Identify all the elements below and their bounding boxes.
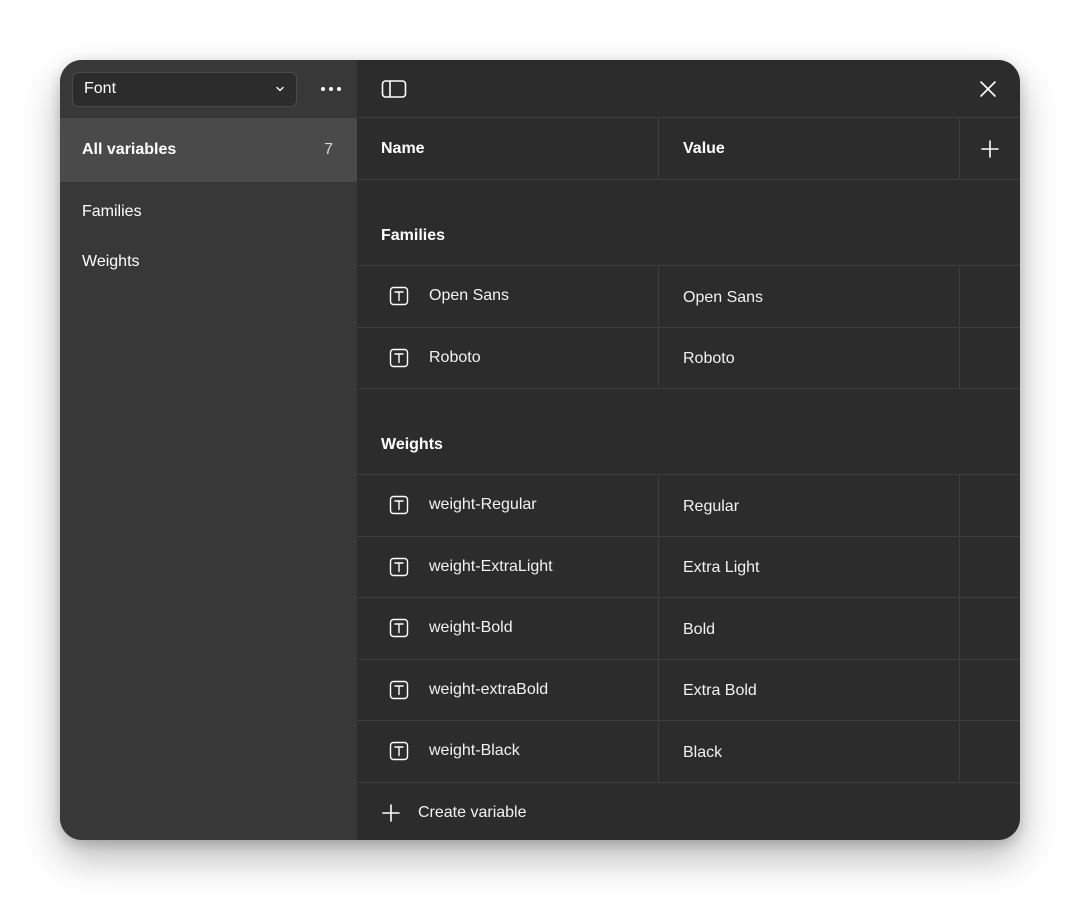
plus-icon bbox=[981, 139, 999, 158]
create-variable-button[interactable]: Create variable bbox=[358, 783, 1020, 841]
all-variables-label: All variables bbox=[82, 141, 177, 158]
table-row[interactable]: weight-Black Black bbox=[358, 721, 1020, 783]
main-panel: Name Value Families Open Sans Open Sans bbox=[358, 60, 1020, 840]
text-type-icon bbox=[389, 286, 409, 306]
variable-value: Roboto bbox=[683, 350, 735, 368]
main-toolbar bbox=[358, 60, 1020, 118]
column-header-value-label: Value bbox=[683, 139, 725, 157]
variable-value: Black bbox=[683, 743, 723, 761]
table-row[interactable]: weight-Regular Regular bbox=[358, 475, 1020, 537]
sidebar: Font All variables 7 Families Weights bbox=[60, 60, 358, 840]
collection-select-label: Font bbox=[84, 80, 117, 97]
sidebar-panel-icon[interactable] bbox=[380, 75, 408, 103]
text-type-icon bbox=[389, 680, 409, 700]
variable-name: Roboto bbox=[429, 348, 481, 366]
column-header-name-label: Name bbox=[381, 139, 425, 157]
sidebar-item-weights[interactable]: Weights bbox=[60, 237, 357, 287]
variable-value: Extra Light bbox=[683, 559, 760, 577]
column-header-value: Value bbox=[659, 118, 960, 179]
collection-select[interactable]: Font bbox=[72, 71, 298, 107]
variables-window: Font All variables 7 Families Weights Na… bbox=[60, 60, 1020, 840]
variable-name: weight-Regular bbox=[429, 496, 537, 514]
table-header: Name Value bbox=[358, 118, 1020, 180]
text-type-icon bbox=[389, 348, 409, 368]
sidebar-item-all-variables[interactable]: All variables 7 bbox=[60, 118, 357, 182]
create-variable-label: Create variable bbox=[418, 803, 527, 821]
table-row[interactable]: Open Sans Open Sans bbox=[358, 266, 1020, 328]
variable-value: Regular bbox=[683, 497, 740, 515]
variable-value: Extra Bold bbox=[683, 682, 757, 700]
variable-name: Open Sans bbox=[429, 287, 510, 305]
table-row[interactable]: weight-Bold Bold bbox=[358, 598, 1020, 660]
column-header-name: Name bbox=[358, 118, 659, 179]
variable-name: weight-Black bbox=[429, 742, 520, 760]
variable-name: weight-Bold bbox=[429, 619, 513, 637]
section-title-weights: Weights bbox=[358, 389, 1020, 475]
variable-name: weight-extraBold bbox=[429, 680, 549, 698]
more-horizontal-icon[interactable] bbox=[317, 75, 345, 103]
variable-value: Open Sans bbox=[683, 288, 764, 306]
add-mode-button[interactable] bbox=[960, 118, 1020, 179]
text-type-icon bbox=[389, 557, 409, 577]
chevron-down-icon bbox=[275, 84, 285, 94]
section-title-families: Families bbox=[358, 180, 1020, 266]
variable-name: weight-ExtraLight bbox=[429, 557, 553, 575]
table-row[interactable]: weight-ExtraLight Extra Light bbox=[358, 536, 1020, 598]
sidebar-item-families[interactable]: Families bbox=[60, 187, 357, 237]
variable-value: Bold bbox=[683, 620, 716, 638]
close-icon[interactable] bbox=[974, 75, 1002, 103]
sidebar-toolbar: Font bbox=[60, 60, 357, 118]
text-type-icon bbox=[389, 495, 409, 515]
text-type-icon bbox=[389, 741, 409, 761]
plus-icon bbox=[382, 803, 400, 822]
table-row[interactable]: Roboto Roboto bbox=[358, 327, 1020, 389]
table-row[interactable]: weight-extraBold Extra Bold bbox=[358, 659, 1020, 721]
all-variables-count: 7 bbox=[324, 141, 333, 158]
text-type-icon bbox=[389, 618, 409, 638]
